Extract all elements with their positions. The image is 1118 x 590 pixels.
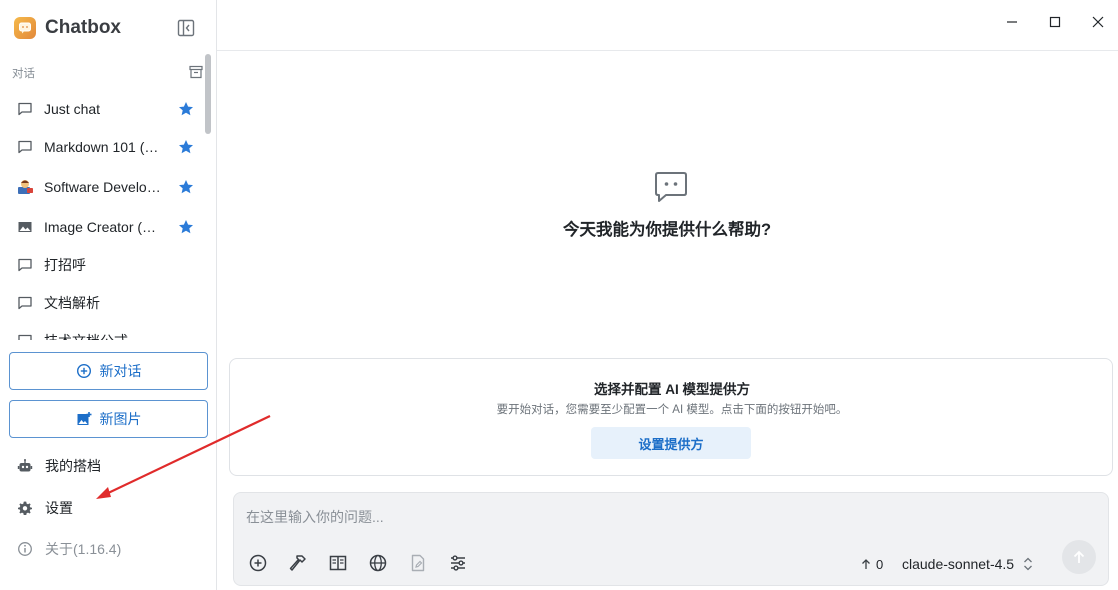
welcome-heading: 今天我能为你提供什么帮助? (562, 221, 772, 239)
about-item[interactable]: 关于(1.16.4) (16, 537, 121, 561)
close-icon[interactable] (1088, 12, 1108, 32)
conversation-item[interactable]: Image Creator (Example) (6, 209, 202, 245)
settings-label: 设置 (45, 500, 73, 516)
title-bar (217, 0, 1118, 51)
document-edit-icon[interactable] (407, 552, 429, 574)
star-icon[interactable] (178, 101, 194, 117)
send-arrow-icon (1073, 550, 1085, 563)
conversation-item[interactable]: Markdown 101 (Inline Styling, Lists, Cod… (6, 129, 202, 165)
provider-card-description: 要开始对话，您需要至少配置一个 AI 模型。点击下面的按钮开始吧。 (496, 404, 848, 416)
chevron-up-down-icon (1023, 557, 1033, 571)
collapse-sidebar-icon[interactable] (176, 18, 196, 38)
provider-card-title: 选择并配置 AI 模型提供方 (593, 382, 750, 397)
attach-plus-icon[interactable] (247, 552, 269, 574)
conversation-label: 打招呼 (44, 257, 86, 273)
sidebar-scrollbar[interactable] (205, 54, 211, 134)
image-icon (16, 218, 34, 236)
brand: Chatbox (14, 14, 121, 42)
add-image-icon (76, 411, 92, 427)
plus-circle-icon (76, 363, 92, 379)
chat-bubble-icon (16, 100, 34, 118)
conversation-item[interactable]: 技术文档公式 (6, 323, 202, 340)
chat-bubble-icon (16, 332, 34, 340)
star-icon[interactable] (178, 179, 194, 195)
conversation-item[interactable]: 打招呼 (6, 247, 202, 283)
chat-bubble-icon (654, 171, 688, 203)
conversation-label: Just chat (44, 101, 101, 117)
conversation-label: Markdown 101 (Inline Styling, Lists, Cod… (44, 139, 162, 155)
sliders-icon[interactable] (447, 552, 469, 574)
hammer-icon[interactable] (287, 552, 309, 574)
conversation-item[interactable]: Just chat (6, 91, 202, 127)
conversation-label: Image Creator (Example) (44, 219, 162, 235)
info-icon (16, 540, 34, 558)
conversation-label: 文档解析 (44, 295, 100, 311)
maximize-icon[interactable] (1045, 12, 1065, 32)
arrow-up-icon (860, 558, 872, 570)
globe-icon[interactable] (367, 552, 389, 574)
provider-setup-card: 选择并配置 AI 模型提供方 要开始对话，您需要至少配置一个 AI 模型。点击下… (229, 358, 1113, 476)
new-chat-label: 新对话 (99, 363, 142, 379)
conversation-item[interactable]: Software Developer (6, 169, 202, 205)
settings-item[interactable]: 设置 (16, 496, 73, 520)
star-icon[interactable] (178, 219, 194, 235)
new-image-button[interactable]: 新图片 (9, 400, 208, 438)
about-label: 关于(1.16.4) (45, 541, 122, 557)
conversation-item[interactable]: 文档解析 (6, 285, 202, 321)
setup-provider-button[interactable]: 设置提供方 (591, 427, 751, 459)
chat-bubble-icon (16, 256, 34, 274)
message-input[interactable] (246, 507, 1086, 527)
message-composer: 0 claude-sonnet-4.5 (233, 492, 1109, 586)
my-copilots-item[interactable]: 我的搭档 (16, 454, 101, 478)
chatbox-window: Chatbox 对话 Just chat Markdown 101 (Inlin… (0, 0, 1118, 590)
developer-avatar-icon (16, 178, 34, 196)
robot-icon (16, 457, 34, 475)
app-title: Chatbox (45, 17, 121, 38)
model-name: claude-sonnet-4.5 (902, 556, 1015, 572)
new-image-label: 新图片 (99, 411, 142, 427)
archive-icon[interactable] (188, 64, 204, 80)
conversation-label: Software Developer (44, 179, 162, 195)
sidebar: Chatbox 对话 Just chat Markdown 101 (Inlin… (0, 0, 217, 590)
gear-icon (16, 499, 34, 517)
section-label: 对话 (12, 68, 35, 80)
send-button[interactable] (1062, 540, 1096, 574)
token-count: 0 (860, 555, 883, 573)
chat-bubble-icon (16, 294, 34, 312)
chat-bubble-icon (16, 138, 34, 156)
chatbox-logo-icon (14, 17, 36, 39)
book-icon[interactable] (327, 552, 349, 574)
my-copilots-label: 我的搭档 (45, 458, 101, 474)
minimize-icon[interactable] (1002, 12, 1022, 32)
conversation-label: 技术文档公式 (44, 331, 162, 340)
model-selector[interactable]: claude-sonnet-4.5 (902, 555, 1033, 573)
conversations-header: 对话 (12, 64, 204, 80)
token-count-value: 0 (876, 556, 884, 572)
star-icon[interactable] (178, 139, 194, 155)
conversation-list: Just chat Markdown 101 (Inline Styling, … (0, 89, 206, 340)
new-chat-button[interactable]: 新对话 (9, 352, 208, 390)
